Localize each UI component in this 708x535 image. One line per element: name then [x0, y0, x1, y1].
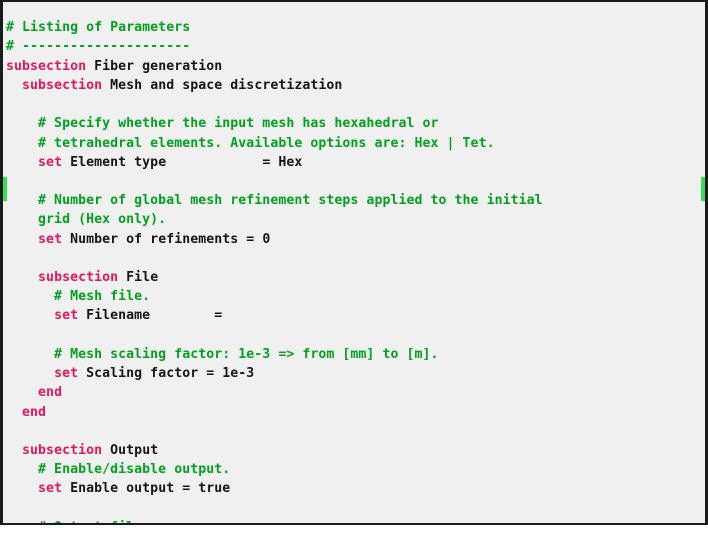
code-token-keyword: subsection — [22, 77, 103, 93]
code-line: end — [6, 403, 705, 422]
code-token-comment: # Number of global mesh refinement steps… — [6, 193, 543, 209]
code-token-plain: Filename = — [78, 308, 223, 324]
scrollbar-position-indicator[interactable] — [701, 177, 705, 201]
code-line: set Filename = — [6, 306, 705, 325]
code-line: grid (Hex only). — [6, 210, 705, 229]
code-line: subsection Output — [6, 441, 705, 460]
code-token-keyword: subsection — [22, 443, 103, 458]
code-line: set Element type = Hex — [6, 153, 705, 172]
page-background — [0, 525, 708, 535]
code-token-comment: # Mesh file. — [6, 289, 151, 305]
code-token-keyword: set — [38, 231, 63, 247]
code-line: # Enable/disable output. — [6, 460, 705, 479]
code-token-plain: Fiber generation — [86, 58, 223, 74]
code-token-plain: Enable output = true — [62, 481, 231, 497]
parameter-file-code[interactable]: # Listing of Parameters # ---------------… — [6, 18, 705, 523]
code-token-comment: # Listing of Parameters — [6, 20, 191, 36]
code-token-keyword: set — [38, 481, 63, 497]
code-line: set Enable output = true — [6, 479, 705, 498]
code-token-keyword: subsection — [6, 58, 87, 74]
code-line: subsection Fiber generation — [6, 57, 705, 76]
code-line: end — [6, 383, 705, 402]
code-token-comment: # tetrahedral elements. Available option… — [6, 135, 495, 151]
code-token-plain: Element type = Hex — [62, 154, 303, 170]
modified-line-indicator-icon — [3, 177, 7, 201]
code-token-plain: Mesh and space discretization — [102, 77, 343, 93]
code-token-comment: # Enable/disable output. — [6, 462, 231, 478]
code-token-plain: Scaling factor = 1e-3 — [78, 366, 255, 382]
code-token-plain: Output — [102, 443, 159, 458]
code-token-keyword: set — [54, 308, 79, 324]
code-line: # Listing of Parameters — [6, 18, 705, 37]
code-block-container[interactable]: # Listing of Parameters # ---------------… — [0, 0, 708, 525]
code-line: subsection File — [6, 268, 705, 287]
code-token-keyword: end — [22, 404, 47, 420]
code-token-keyword: end — [38, 385, 63, 401]
code-line: # Specify whether the input mesh has hex… — [6, 114, 705, 133]
code-token-comment: # Mesh scaling factor: 1e-3 => from [mm]… — [6, 346, 439, 362]
code-token-keyword: set — [38, 154, 63, 170]
code-line: # Output file. — [6, 518, 705, 523]
code-line: set Number of refinements = 0 — [6, 230, 705, 249]
code-surface[interactable]: # Listing of Parameters # ---------------… — [3, 2, 705, 523]
code-line: # tetrahedral elements. Available option… — [6, 134, 705, 153]
code-token-keyword: subsection — [38, 270, 119, 286]
code-line: # Mesh file. — [6, 287, 705, 306]
code-token-comment: # Specify whether the input mesh has hex… — [6, 116, 439, 132]
code-token-comment: grid (Hex only). — [6, 212, 167, 228]
code-line: set Scaling factor = 1e-3 — [6, 364, 705, 383]
code-token-plain: File — [118, 270, 159, 286]
code-line: # Number of global mesh refinement steps… — [6, 191, 705, 210]
code-line: # Mesh scaling factor: 1e-3 => from [mm]… — [6, 345, 705, 364]
code-line: # --------------------- — [6, 37, 705, 56]
code-token-keyword: set — [54, 366, 79, 382]
code-line: subsection Mesh and space discretization — [6, 76, 705, 95]
code-token-plain: Number of refinements = 0 — [62, 231, 271, 247]
code-token-comment: # --------------------- — [6, 39, 191, 55]
